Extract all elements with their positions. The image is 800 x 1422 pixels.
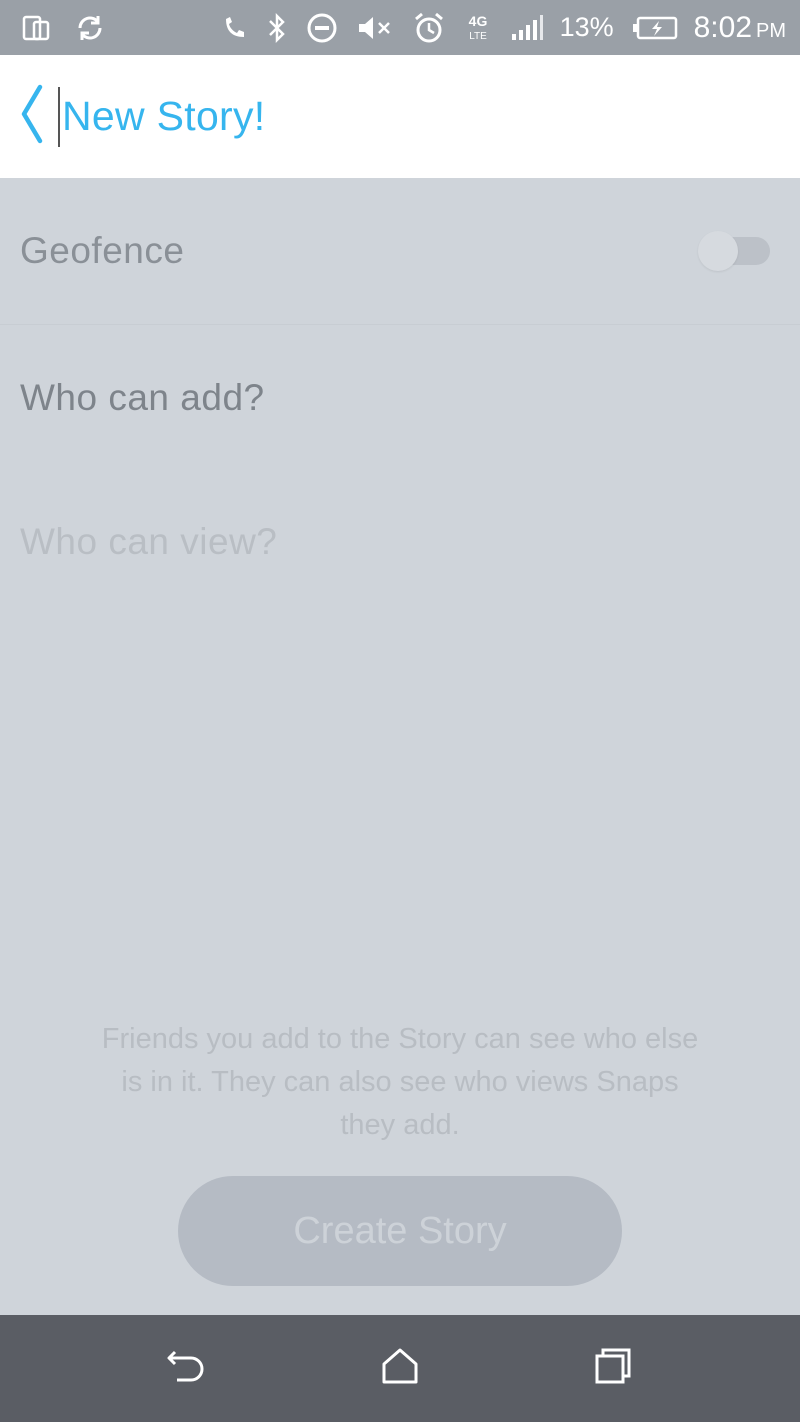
signal-icon — [510, 14, 544, 42]
nav-home-button[interactable] — [355, 1324, 445, 1414]
alarm-icon — [412, 11, 446, 45]
header: New Story! — [0, 55, 800, 178]
text-cursor — [58, 86, 60, 147]
battery-charging-icon — [632, 15, 678, 41]
chevron-left-icon — [19, 83, 45, 150]
clock-ampm: PM — [756, 19, 786, 42]
story-title-text: New Story! — [62, 93, 266, 139]
svg-text:4G: 4G — [468, 13, 487, 29]
who-can-view-row[interactable]: Who can view? — [0, 472, 800, 612]
geofence-toggle[interactable] — [698, 231, 770, 271]
back-icon — [165, 1346, 209, 1391]
do-not-disturb-icon — [306, 12, 338, 44]
clock: 8:02 PM — [694, 11, 786, 45]
status-left-icons — [22, 12, 128, 44]
settings-panel: Geofence Who can add? Who can view? Frie… — [0, 178, 800, 1315]
screen-mirror-icon — [22, 13, 52, 43]
call-icon — [222, 15, 248, 41]
navigation-bar — [0, 1315, 800, 1422]
privacy-note: Friends you add to the Story can see who… — [101, 1023, 699, 1141]
nav-back-button[interactable] — [142, 1324, 232, 1414]
mute-icon — [356, 13, 394, 43]
story-title-input[interactable]: New Story! — [58, 86, 266, 147]
recents-icon — [593, 1346, 633, 1391]
clock-time: 8:02 — [693, 10, 752, 44]
svg-text:LTE: LTE — [469, 31, 487, 42]
geofence-label: Geofence — [20, 230, 185, 271]
nav-recents-button[interactable] — [568, 1324, 658, 1414]
geofence-row[interactable]: Geofence — [0, 178, 800, 324]
toggle-knob — [698, 231, 738, 271]
network-type-icon: 4G LTE — [464, 11, 492, 45]
who-can-view-label: Who can view? — [20, 521, 278, 562]
who-can-add-row[interactable]: Who can add? — [0, 324, 800, 472]
who-can-add-label: Who can add? — [20, 377, 265, 418]
sync-icon — [74, 12, 106, 44]
bluetooth-icon — [266, 12, 288, 44]
create-story-button[interactable]: Create Story — [178, 1176, 622, 1286]
status-right-icons: 4G LTE 13% 8:02 PM — [204, 11, 786, 45]
home-icon — [380, 1346, 420, 1391]
battery-percent: 13% — [559, 12, 614, 42]
back-button[interactable] — [6, 55, 58, 178]
status-bar: 4G LTE 13% 8:02 PM — [0, 0, 800, 55]
